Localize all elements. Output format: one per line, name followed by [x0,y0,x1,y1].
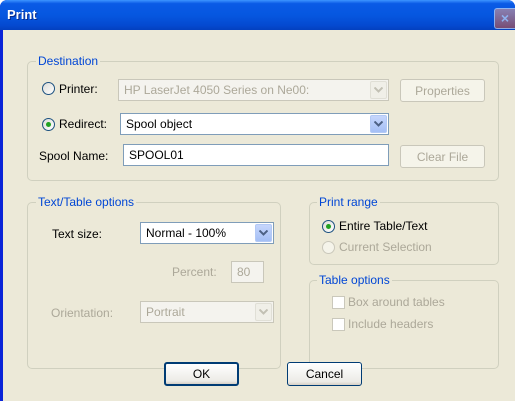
print-range-group [309,202,499,265]
printer-label: Printer: [59,82,98,96]
print-dialog: Print × Destination Printer: HP LaserJet… [0,0,515,401]
cancel-button[interactable]: Cancel [287,362,362,386]
box-around-tables-checkbox[interactable] [332,296,345,309]
redirect-select-value: Spool object [126,117,193,131]
chevron-down-icon [255,303,272,321]
print-range-group-label: Print range [317,195,380,209]
percent-value: 80 [237,265,251,279]
percent-label: Percent: [172,265,217,279]
chevron-down-icon [370,115,387,133]
printer-select[interactable]: HP LaserJet 4050 Series on Ne00: [118,79,389,101]
include-headers-checkbox[interactable] [332,318,345,331]
entire-table-radio[interactable] [322,220,335,233]
percent-field[interactable]: 80 [231,261,264,283]
text-size-label: Text size: [52,227,103,241]
printer-select-value: HP LaserJet 4050 Series on Ne00: [124,83,310,97]
box-around-tables-label: Box around tables [348,295,445,309]
text-size-value: Normal - 100% [146,226,227,240]
orientation-label: Orientation: [51,306,114,320]
orientation-value: Portrait [146,305,185,319]
window-title: Print [7,7,37,22]
dialog-body: Destination Printer: HP LaserJet 4050 Se… [3,30,515,401]
include-headers-label: Include headers [348,317,434,331]
text-size-select[interactable]: Normal - 100% [140,222,274,244]
chevron-down-icon [370,81,387,99]
entire-table-label: Entire Table/Text [339,219,428,233]
redirect-label: Redirect: [59,117,108,131]
close-button[interactable]: × [494,8,515,29]
current-selection-label: Current Selection [339,240,432,254]
clear-file-button[interactable]: Clear File [400,145,485,168]
ok-button[interactable]: OK [164,362,239,386]
chevron-down-icon [255,224,272,242]
printer-radio[interactable] [42,82,55,95]
spool-name-field[interactable]: SPOOL01 [123,144,389,166]
destination-group-label: Destination [36,54,101,68]
spool-name-value: SPOOL01 [129,148,184,162]
current-selection-radio[interactable] [322,241,335,254]
properties-button[interactable]: Properties [400,79,485,102]
spool-name-label: Spool Name: [39,149,109,163]
orientation-select[interactable]: Portrait [140,301,274,323]
close-icon: × [500,10,510,26]
redirect-radio[interactable] [42,118,55,131]
table-options-group-label: Table options [317,273,392,287]
text-table-options-group-label: Text/Table options [36,195,137,209]
title-bar[interactable]: Print × [0,0,515,30]
redirect-select[interactable]: Spool object [120,113,389,135]
